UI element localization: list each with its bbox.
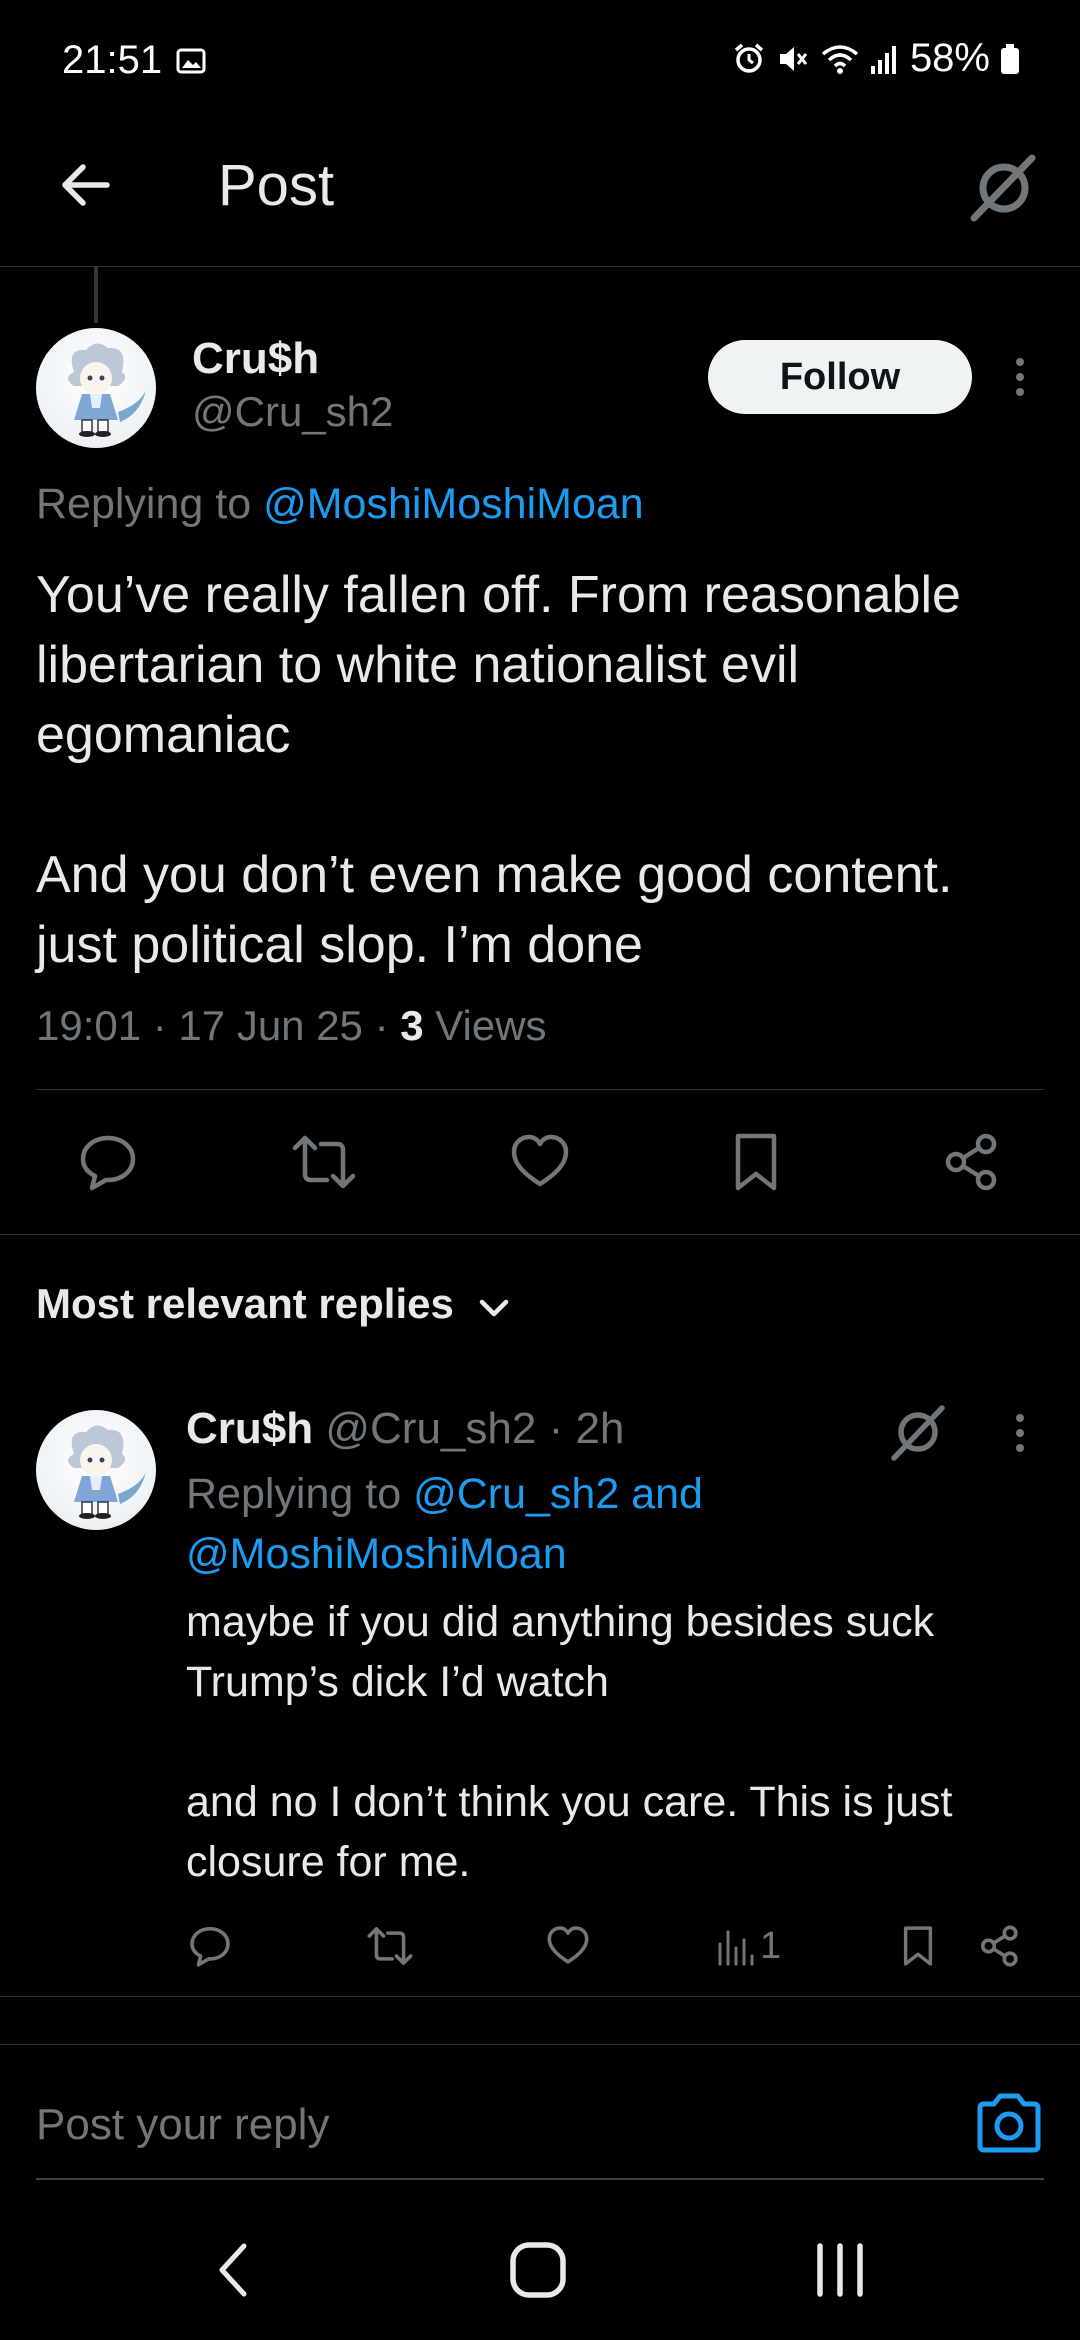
more-vertical-icon xyxy=(1016,358,1024,396)
author-handle[interactable]: @Cru_sh2 xyxy=(192,388,393,436)
repost-icon xyxy=(292,1135,356,1189)
section-divider xyxy=(0,1234,1080,1235)
nav-back-button[interactable] xyxy=(184,2220,284,2320)
replying-to-label: Replying to xyxy=(36,480,264,528)
image-icon xyxy=(176,46,206,76)
comment-icon xyxy=(190,1926,230,1967)
replying-to: Replying to @MoshiMoshiMoan xyxy=(36,480,644,529)
reply-avatar[interactable] xyxy=(36,1410,156,1530)
back-button[interactable] xyxy=(50,150,120,220)
nav-back-icon xyxy=(219,2243,247,2297)
reply-divider xyxy=(0,1996,1080,1997)
back-arrow-icon xyxy=(62,164,110,206)
reply-views-button[interactable]: 1 xyxy=(716,1916,781,1976)
share-icon xyxy=(945,1133,997,1191)
repost-button[interactable] xyxy=(284,1122,364,1202)
thread-connector xyxy=(94,267,98,323)
more-options-button[interactable] xyxy=(1002,352,1038,402)
status-icons: 58% xyxy=(732,36,1020,81)
nav-home-button[interactable] xyxy=(488,2220,588,2320)
post-views-label: Views xyxy=(423,1002,547,1049)
camera-icon xyxy=(977,2093,1041,2153)
reply-age: · 2h xyxy=(536,1404,625,1453)
reply-replying-label: Replying to xyxy=(186,1470,414,1518)
replies-sort-dropdown[interactable] xyxy=(474,1290,514,1326)
reply-more-button[interactable] xyxy=(1004,1408,1036,1458)
alarm-icon xyxy=(732,42,766,76)
post-views-count[interactable]: 3 xyxy=(400,1002,423,1049)
analytics-icon xyxy=(718,1930,754,1966)
nav-home-icon xyxy=(510,2242,566,2298)
like-button[interactable] xyxy=(500,1122,580,1202)
avatar-image xyxy=(68,343,146,437)
signal-icon xyxy=(870,42,900,76)
status-time: 21:51 xyxy=(62,38,163,82)
nav-recents-button[interactable] xyxy=(790,2220,890,2320)
reply-button[interactable] xyxy=(68,1122,148,1202)
camera-button[interactable] xyxy=(972,2090,1046,2156)
avatar-image xyxy=(68,1425,146,1519)
reply-header: Cru$h @Cru_sh2 · 2h xyxy=(186,1404,624,1454)
reply-replying-to: Replying to @Cru_sh2 and @MoshiMoshiMoan xyxy=(186,1464,886,1584)
composer-underline xyxy=(36,2178,1044,2180)
mute-icon xyxy=(776,42,810,76)
reply-comment-button[interactable] xyxy=(180,1916,240,1976)
heart-icon xyxy=(547,1926,589,1964)
comment-icon xyxy=(80,1135,136,1191)
reply-replying-link-1[interactable]: @Cru_sh2 xyxy=(413,1470,619,1518)
battery-percentage: 58% xyxy=(909,36,990,80)
bookmark-icon xyxy=(735,1133,777,1191)
follow-button[interactable]: Follow xyxy=(708,340,972,414)
page-title: Post xyxy=(218,153,335,218)
author-name[interactable]: Cru$h xyxy=(192,334,319,384)
post-text: You’ve really fallen off. From reasonabl… xyxy=(36,566,961,974)
reply-author-name[interactable]: Cru$h xyxy=(186,1404,313,1453)
reply-share-button[interactable] xyxy=(970,1916,1030,1976)
grok-icon xyxy=(970,154,1036,222)
post-timestamp: 19:01 · 17 Jun 25 · xyxy=(36,1002,401,1049)
composer-divider xyxy=(0,2044,1080,2045)
share-icon xyxy=(980,1925,1018,1967)
reply-author-handle[interactable]: @Cru_sh2 xyxy=(325,1404,536,1453)
reply-replying-link-2[interactable]: @MoshiMoshiMoan xyxy=(186,1530,567,1578)
reply-repost-button[interactable] xyxy=(360,1916,420,1976)
reply-input[interactable] xyxy=(36,2090,916,2160)
reply-text: maybe if you did anything besides suck T… xyxy=(186,1598,953,1886)
reply-replying-joiner: and xyxy=(619,1470,703,1518)
header-divider xyxy=(0,266,1080,267)
reply-grok-button[interactable] xyxy=(884,1398,952,1466)
share-button[interactable] xyxy=(932,1122,1012,1202)
meta-divider xyxy=(36,1089,1044,1090)
repost-icon xyxy=(367,1927,413,1965)
grok-button[interactable] xyxy=(964,148,1044,228)
reply-like-button[interactable] xyxy=(538,1916,598,1976)
nav-recents-icon xyxy=(817,2243,863,2297)
post-metadata: 19:01 · 17 Jun 25 · 3 Views xyxy=(36,1002,547,1050)
wifi-icon xyxy=(820,42,860,76)
bookmark-button[interactable] xyxy=(716,1122,796,1202)
avatar[interactable] xyxy=(36,328,156,448)
grok-icon xyxy=(891,1405,945,1461)
battery-icon xyxy=(1000,42,1020,76)
more-vertical-icon xyxy=(1016,1414,1024,1452)
reply-bookmark-button[interactable] xyxy=(888,1916,948,1976)
reply-views-count: 1 xyxy=(760,1924,782,1967)
heart-icon xyxy=(511,1134,569,1187)
chevron-down-icon xyxy=(479,1299,509,1317)
replying-to-link[interactable]: @MoshiMoshiMoan xyxy=(263,480,644,528)
bookmark-icon xyxy=(903,1926,933,1966)
replies-sort-label[interactable]: Most relevant replies xyxy=(36,1280,454,1328)
